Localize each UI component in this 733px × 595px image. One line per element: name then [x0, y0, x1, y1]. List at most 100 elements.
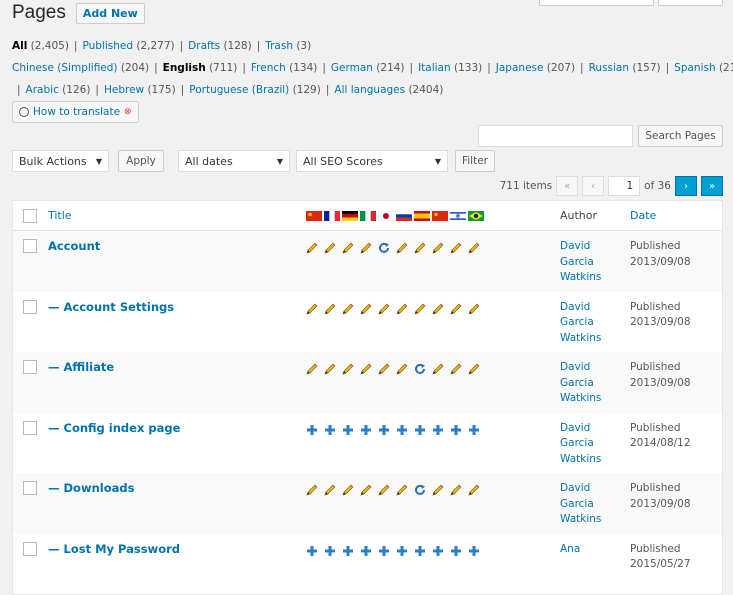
pencil-icon[interactable]: [306, 303, 318, 315]
row-checkbox[interactable]: [23, 360, 37, 374]
plus-icon[interactable]: [450, 545, 462, 557]
plus-icon[interactable]: [306, 424, 318, 436]
screen-options-button[interactable]: [539, 0, 654, 6]
filter-link[interactable]: French: [251, 62, 286, 74]
pencil-icon[interactable]: [324, 363, 336, 375]
pencil-icon[interactable]: [342, 363, 354, 375]
last-page-button[interactable]: »: [701, 176, 723, 196]
plus-icon[interactable]: [414, 424, 426, 436]
pencil-icon[interactable]: [342, 242, 354, 254]
filter-link[interactable]: Russian: [589, 62, 629, 74]
row-author-link[interactable]: David Garcia Watkins: [560, 360, 630, 407]
pencil-icon[interactable]: [396, 303, 408, 315]
close-icon[interactable]: ⊗: [124, 107, 132, 117]
column-date[interactable]: Date: [630, 209, 722, 222]
plus-icon[interactable]: [324, 545, 336, 557]
filter-link[interactable]: Spanish: [674, 62, 715, 74]
filter-link[interactable]: Arabic: [26, 84, 59, 96]
current-page-input[interactable]: 1: [608, 176, 641, 196]
row-title-link[interactable]: — Downloads: [48, 481, 134, 495]
pencil-icon[interactable]: [378, 484, 390, 496]
pencil-icon[interactable]: [324, 242, 336, 254]
row-author-link[interactable]: David Garcia Watkins: [560, 481, 630, 528]
filter-link[interactable]: German: [331, 62, 373, 74]
row-title-link[interactable]: — Config index page: [48, 421, 180, 435]
pencil-icon[interactable]: [432, 303, 444, 315]
row-checkbox[interactable]: [23, 239, 37, 253]
plus-icon[interactable]: [324, 424, 336, 436]
pencil-icon[interactable]: [378, 363, 390, 375]
plus-icon[interactable]: [432, 424, 444, 436]
plus-icon[interactable]: [414, 545, 426, 557]
refresh-icon[interactable]: [378, 242, 390, 254]
bulk-actions-select[interactable]: Bulk Actions ▼: [12, 150, 109, 172]
plus-icon[interactable]: [396, 545, 408, 557]
row-author-link[interactable]: David Garcia Watkins: [560, 421, 630, 468]
pencil-icon[interactable]: [432, 242, 444, 254]
filter-link[interactable]: Portuguese (Brazil): [189, 84, 289, 96]
row-title-link[interactable]: — Account Settings: [48, 300, 174, 314]
pencil-icon[interactable]: [324, 484, 336, 496]
plus-icon[interactable]: [342, 424, 354, 436]
plus-icon[interactable]: [468, 424, 480, 436]
refresh-icon[interactable]: [414, 484, 426, 496]
pencil-icon[interactable]: [324, 303, 336, 315]
next-page-button[interactable]: ›: [675, 176, 697, 196]
add-new-button[interactable]: Add New: [75, 2, 145, 24]
plus-icon[interactable]: [396, 424, 408, 436]
row-title-link[interactable]: — Lost My Password: [48, 542, 180, 556]
row-author-link[interactable]: David Garcia Watkins: [560, 239, 630, 286]
pencil-icon[interactable]: [360, 363, 372, 375]
filter-link[interactable]: All languages: [334, 84, 405, 96]
pencil-icon[interactable]: [468, 303, 480, 315]
plus-icon[interactable]: [306, 545, 318, 557]
pencil-icon[interactable]: [360, 484, 372, 496]
plus-icon[interactable]: [468, 545, 480, 557]
help-button[interactable]: [658, 0, 723, 6]
refresh-icon[interactable]: [414, 363, 426, 375]
filter-button[interactable]: Filter: [455, 150, 495, 172]
filter-link[interactable]: Trash: [265, 40, 293, 52]
row-title-link[interactable]: Account: [48, 239, 100, 253]
pencil-icon[interactable]: [378, 303, 390, 315]
pencil-icon[interactable]: [468, 363, 480, 375]
pencil-icon[interactable]: [450, 303, 462, 315]
plus-icon[interactable]: [450, 424, 462, 436]
plus-icon[interactable]: [378, 424, 390, 436]
plus-icon[interactable]: [342, 545, 354, 557]
row-title-link[interactable]: — Affiliate: [48, 360, 114, 374]
row-checkbox[interactable]: [23, 420, 37, 435]
filter-link[interactable]: Hebrew: [104, 84, 144, 96]
row-checkbox[interactable]: [23, 299, 37, 314]
pencil-icon[interactable]: [468, 242, 480, 254]
pencil-icon[interactable]: [360, 303, 372, 315]
search-pages-button[interactable]: Search Pages: [638, 125, 723, 147]
pencil-icon[interactable]: [396, 242, 408, 254]
pencil-icon[interactable]: [450, 484, 462, 496]
dates-select[interactable]: All dates ▼: [178, 150, 290, 172]
row-checkbox[interactable]: [23, 481, 37, 495]
pencil-icon[interactable]: [396, 484, 408, 496]
pencil-icon[interactable]: [414, 242, 426, 254]
pencil-icon[interactable]: [432, 363, 444, 375]
apply-button[interactable]: Apply: [118, 150, 164, 172]
search-input[interactable]: [478, 125, 633, 147]
pencil-icon[interactable]: [414, 303, 426, 315]
row-checkbox[interactable]: [23, 541, 37, 556]
pencil-icon[interactable]: [342, 303, 354, 315]
row-author-link[interactable]: Ana: [560, 542, 630, 558]
pencil-icon[interactable]: [306, 242, 318, 254]
filter-link[interactable]: Chinese (Simplified): [12, 62, 118, 74]
pencil-icon[interactable]: [342, 484, 354, 496]
pencil-icon[interactable]: [450, 242, 462, 254]
seo-scores-select[interactable]: All SEO Scores ▼: [296, 150, 448, 172]
pencil-icon[interactable]: [306, 363, 318, 375]
filter-link[interactable]: Italian: [418, 62, 451, 74]
pencil-icon[interactable]: [450, 363, 462, 375]
filter-link[interactable]: Published: [82, 40, 133, 52]
filter-link[interactable]: Drafts: [188, 40, 220, 52]
select-all-checkbox[interactable]: [23, 208, 37, 223]
plus-icon[interactable]: [378, 545, 390, 557]
pencil-icon[interactable]: [360, 242, 372, 254]
pencil-icon[interactable]: [468, 484, 480, 496]
